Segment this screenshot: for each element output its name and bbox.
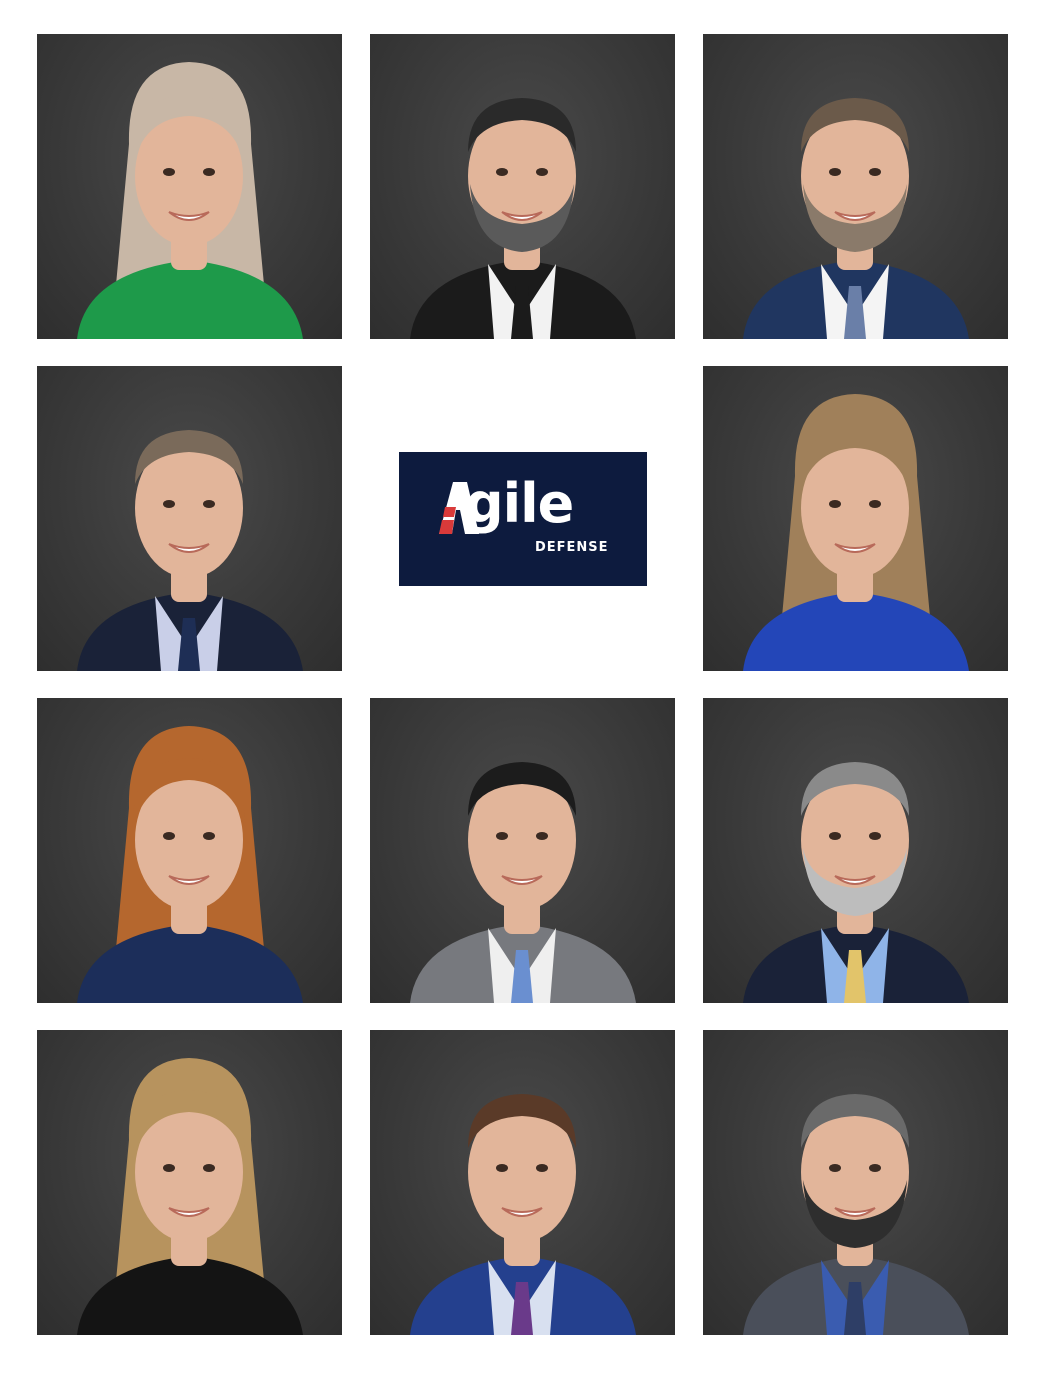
team-portrait: [703, 366, 1008, 671]
portrait-figure: [743, 394, 969, 671]
eye: [536, 168, 548, 176]
eye: [536, 1164, 548, 1172]
team-portrait: [370, 1030, 675, 1335]
agile-defense-logo: gile DEFENSE: [399, 452, 647, 586]
team-portrait: [370, 34, 675, 339]
eye: [163, 500, 175, 508]
eye: [869, 168, 881, 176]
eye: [869, 500, 881, 508]
team-portrait: [37, 1030, 342, 1335]
team-portrait: [703, 698, 1008, 1003]
eye: [203, 500, 215, 508]
portrait-figure: [77, 430, 303, 671]
eye: [163, 832, 175, 840]
portrait-figure: [77, 726, 303, 1003]
eye: [203, 832, 215, 840]
logo-subtitle: DEFENSE: [535, 540, 609, 555]
portrait-figure: [410, 1094, 636, 1335]
portrait-figure: [410, 762, 636, 1003]
portrait-figure: [77, 1058, 303, 1335]
eye: [869, 832, 881, 840]
team-portrait: [703, 1030, 1008, 1335]
eye: [496, 168, 508, 176]
portrait-figure: [410, 98, 636, 339]
eye: [163, 1164, 175, 1172]
team-portrait: [37, 698, 342, 1003]
portrait-figure: [77, 62, 303, 339]
shoulders: [77, 924, 303, 1003]
eye: [829, 500, 841, 508]
team-portrait: [370, 698, 675, 1003]
eye: [829, 168, 841, 176]
shoulders: [77, 260, 303, 339]
shoulders: [743, 592, 969, 671]
eye: [829, 832, 841, 840]
portrait-figure: [743, 1094, 969, 1335]
eye: [869, 1164, 881, 1172]
portrait-figure: [743, 98, 969, 339]
shoulders: [77, 1256, 303, 1335]
logo-wordmark: gile: [465, 472, 574, 535]
team-portrait: [703, 34, 1008, 339]
portrait-figure: [743, 762, 969, 1003]
eye: [203, 168, 215, 176]
eye: [829, 1164, 841, 1172]
team-portrait: [37, 34, 342, 339]
eye: [163, 168, 175, 176]
eye: [496, 832, 508, 840]
eye: [203, 1164, 215, 1172]
eye: [536, 832, 548, 840]
team-portrait: [37, 366, 342, 671]
eye: [496, 1164, 508, 1172]
